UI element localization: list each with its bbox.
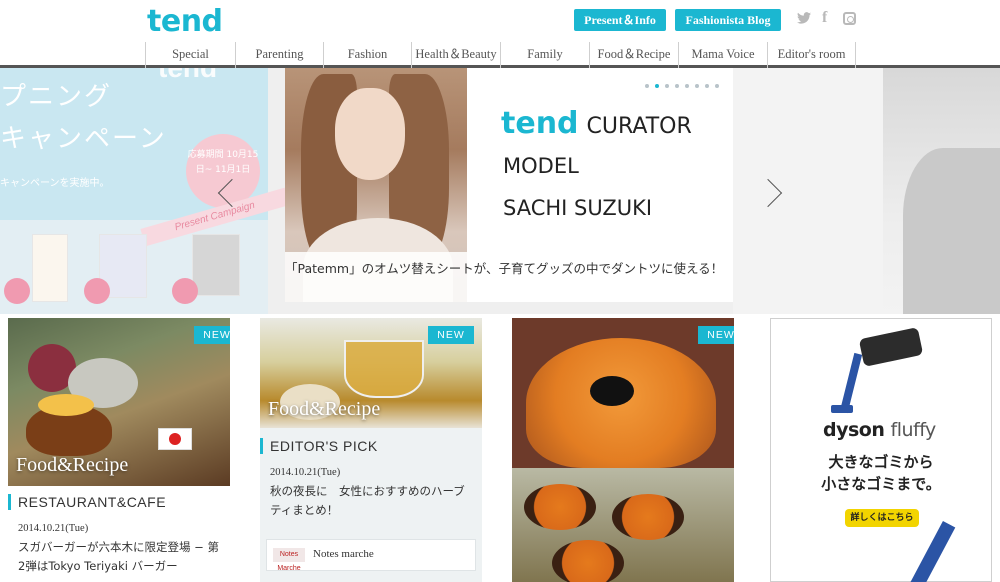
nav-item-special[interactable]: Special — [145, 42, 235, 68]
new-badge: NEW — [194, 326, 230, 344]
article-category[interactable]: RESTAURANT&CAFE — [8, 494, 166, 510]
site-header: tend Present＆Info Fashionista Blog f Spe… — [0, 0, 1000, 68]
slide-line-name: SACHI SUZUKI — [503, 196, 653, 220]
carousel-dot[interactable] — [715, 84, 719, 88]
partner-link[interactable]: Notes Marche Notes marche — [266, 539, 476, 572]
article-card[interactable]: NEW — [512, 318, 734, 582]
ad-copy-line-1: 大きなゴミから — [828, 453, 934, 471]
article-card[interactable]: NEW Food&Recipe RESTAURANT&CAFE 2014.10.… — [8, 318, 230, 582]
nav-item-parenting[interactable]: Parenting — [235, 42, 323, 68]
ad-brand-logo: dyson fluffy — [823, 419, 936, 441]
article-image[interactable]: NEW — [512, 318, 734, 582]
new-badge: NEW — [698, 326, 734, 344]
site-logo[interactable]: tend — [147, 4, 223, 39]
prize-badge — [172, 278, 198, 304]
article-title[interactable]: スガバーガーが六本木に限定登場 − 第2弾はTokyo Teriyaki バーガ… — [18, 538, 226, 576]
ad-product: fluffy — [890, 419, 937, 441]
campaign-banner-subtext: キャンペーンを実施中。 — [0, 178, 110, 189]
partner-logo: Notes Marche — [273, 548, 305, 572]
hero-carousel: tend プニング キャンペーン キャンペーンを実施中。 応募期間 10月15日… — [0, 68, 1000, 314]
article-image-caption: Food&Recipe — [16, 454, 129, 476]
carousel-dot[interactable] — [675, 84, 679, 88]
carousel-dots — [645, 84, 719, 88]
carousel-dot[interactable] — [665, 84, 669, 88]
nav-item-health-beauty[interactable]: Health＆Beauty — [411, 42, 500, 68]
slide-line-curator: CURATOR — [586, 114, 692, 139]
article-date: 2014.10.21(Tue) — [270, 467, 341, 478]
fashionista-blog-button[interactable]: Fashionista Blog — [675, 9, 781, 31]
vacuum-image — [858, 327, 924, 367]
ad-details-button[interactable]: 詳しくはこちら — [845, 509, 919, 527]
article-date: 2014.10.21(Tue) — [18, 523, 89, 534]
carousel-dot[interactable] — [695, 84, 699, 88]
campaign-banner-heading-2: キャンペーン — [0, 124, 167, 154]
nav-item-fashion[interactable]: Fashion — [323, 42, 411, 68]
article-image[interactable]: NEW Food&Recipe — [260, 318, 482, 428]
carousel-dot[interactable] — [645, 84, 649, 88]
article-image[interactable]: NEW Food&Recipe — [8, 318, 230, 486]
nav-item-family[interactable]: Family — [500, 42, 589, 68]
slide-line-model: MODEL — [503, 154, 579, 178]
carousel-dot-active[interactable] — [655, 84, 659, 88]
product-image — [192, 234, 240, 296]
article-title[interactable]: 秋の夜長に 女性におすすめのハーブティまとめ！ — [270, 482, 476, 520]
product-image — [32, 234, 68, 302]
carousel-dot[interactable] — [685, 84, 689, 88]
present-info-button[interactable]: Present＆Info — [574, 9, 666, 31]
current-slide[interactable]: tend CURATOR MODEL SACHI SUZUKI 「Patemm」の… — [285, 68, 733, 302]
ad-copy-line-2: 小さなゴミまで。 — [821, 475, 941, 493]
ad-copy: 大きなゴミから 小さなゴミまで。 — [771, 451, 991, 495]
article-image-caption: Food&Recipe — [268, 398, 381, 420]
facebook-icon[interactable]: f — [822, 9, 827, 27]
new-badge: NEW — [428, 326, 474, 344]
twitter-icon[interactable] — [797, 11, 811, 27]
prize-badge — [4, 278, 30, 304]
dyson-ad-banner[interactable]: dyson fluffy 大きなゴミから 小さなゴミまで。 詳しくはこちら — [770, 318, 992, 582]
slide-caption[interactable]: 「Patemm」のオムツ替えシートが、子育てグッズの中でダントツに使える！ — [285, 252, 733, 302]
prize-badge — [84, 278, 110, 304]
article-category[interactable]: EDITOR'S PICK — [260, 438, 378, 454]
instagram-icon[interactable] — [843, 12, 856, 25]
ad-brand: dyson — [823, 419, 885, 441]
partner-name: Notes marche — [313, 548, 374, 560]
campaign-banner-heading-1: プニング — [0, 82, 113, 112]
campaign-banner-logo: tend — [158, 68, 217, 84]
nav-item-food-recipe[interactable]: Food＆Recipe — [589, 42, 678, 68]
nav-item-mama-voice[interactable]: Mama Voice — [678, 42, 767, 68]
main-nav: Special Parenting Fashion Health＆Beauty … — [145, 42, 856, 68]
nav-item-editors-room[interactable]: Editor's room — [767, 42, 856, 68]
carousel-dot[interactable] — [705, 84, 709, 88]
slide-title: tend CURATOR — [501, 106, 692, 141]
slide-brand: tend — [501, 106, 579, 141]
article-card[interactable]: NEW Food&Recipe EDITOR'S PICK 2014.10.21… — [260, 318, 482, 582]
